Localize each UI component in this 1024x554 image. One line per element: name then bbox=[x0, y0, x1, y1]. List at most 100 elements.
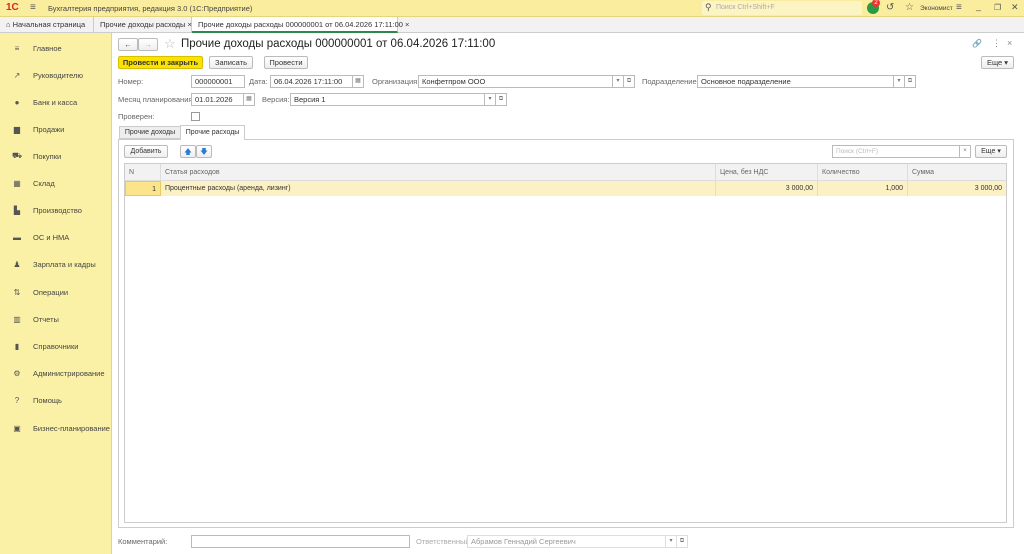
cell-item[interactable]: Процентные расходы (аренда, лизинг) bbox=[161, 181, 716, 196]
version-label: Версия: bbox=[262, 95, 290, 104]
restore-icon[interactable]: ❐ bbox=[994, 3, 1001, 12]
sidebar-icon: ⛟ bbox=[11, 151, 23, 160]
sidebar-item-label: Банк и касса bbox=[33, 97, 78, 107]
tab-home[interactable]: ⌂ Начальная страница bbox=[0, 17, 94, 33]
sidebar-item[interactable]: ● Банк и касса bbox=[0, 93, 112, 111]
more-label: Еще bbox=[981, 148, 996, 155]
sidebar-icon: ▙ bbox=[13, 205, 21, 215]
sidebar-item[interactable]: ⛟ Покупки bbox=[0, 147, 112, 165]
open-icon[interactable]: ⧉ bbox=[623, 75, 635, 88]
column-header-price[interactable]: Цена, без НДС bbox=[716, 164, 818, 181]
sidebar-item[interactable]: ▣ Бизнес-планирование bbox=[0, 419, 112, 437]
calendar-icon[interactable]: ▦ bbox=[352, 75, 364, 88]
column-header-sum[interactable]: Сумма bbox=[908, 164, 1006, 181]
column-header-item[interactable]: Статья расходов bbox=[161, 164, 716, 181]
cell-n[interactable]: 1 bbox=[125, 181, 161, 196]
sidebar-item[interactable]: ↗ Руководителю bbox=[0, 66, 112, 84]
forward-button[interactable]: → bbox=[138, 38, 158, 51]
planning-month-field[interactable]: 01.01.2026 bbox=[191, 93, 244, 106]
date-field[interactable]: 06.04.2026 17:11:00 bbox=[270, 75, 353, 88]
number-label: Номер: bbox=[118, 77, 144, 86]
tab-other-income[interactable]: Прочие доходы bbox=[119, 126, 181, 139]
sidebar-item[interactable]: ▆ Продажи bbox=[0, 120, 112, 138]
open-icon[interactable]: ⧉ bbox=[495, 93, 507, 106]
favorites-star-icon[interactable]: ☆ bbox=[905, 2, 914, 13]
menu-icon[interactable]: ≡ bbox=[30, 2, 36, 13]
global-search[interactable]: ⚲ Поиск Ctrl+Shift+F bbox=[702, 1, 862, 15]
back-button[interactable]: ← bbox=[118, 38, 138, 51]
move-up-button[interactable]: 🡅 bbox=[180, 145, 196, 158]
sidebar-item[interactable]: ⇅ Операции bbox=[0, 283, 112, 301]
table-row[interactable]: 1 Процентные расходы (аренда, лизинг) 3 … bbox=[125, 181, 1006, 196]
settings-icon[interactable]: ≡ bbox=[956, 2, 962, 13]
more-button[interactable]: Еще ▾ bbox=[981, 56, 1014, 69]
history-icon[interactable]: ↺ bbox=[886, 2, 894, 13]
close-icon[interactable]: × bbox=[405, 20, 409, 29]
organization-label: Организация: bbox=[372, 77, 420, 86]
checked-checkbox[interactable] bbox=[191, 112, 200, 121]
number-field[interactable]: 000000001 bbox=[191, 75, 245, 88]
move-down-button[interactable]: 🡇 bbox=[196, 145, 212, 158]
table-more-button[interactable]: Еще ▾ bbox=[975, 145, 1007, 158]
column-header-n[interactable]: N bbox=[125, 164, 161, 181]
sidebar-item[interactable]: ? Помощь bbox=[0, 391, 112, 409]
tab-label: Начальная страница bbox=[12, 20, 86, 29]
page-title: Прочие доходы расходы 000000001 от 06.04… bbox=[181, 38, 496, 50]
clear-search-icon[interactable]: × bbox=[959, 145, 971, 158]
comment-field[interactable] bbox=[191, 535, 410, 548]
more-vert-icon[interactable]: ⋮ bbox=[992, 38, 1001, 49]
calendar-icon[interactable]: ▦ bbox=[243, 93, 255, 106]
sidebar-item-label: Администрирование bbox=[33, 368, 105, 378]
checked-label: Проверен: bbox=[118, 112, 155, 121]
user-name[interactable]: Экономист bbox=[920, 5, 953, 12]
cell-price[interactable]: 3 000,00 bbox=[716, 181, 818, 196]
version-field[interactable]: Версия 1 bbox=[290, 93, 485, 106]
more-label: Еще bbox=[986, 58, 1003, 67]
search-icon: ⚲ bbox=[705, 2, 712, 12]
table-search-input[interactable]: Поиск (Ctrl+F) bbox=[832, 145, 960, 158]
sidebar-icon: ▬ bbox=[13, 232, 21, 242]
tab-documents-list[interactable]: Прочие доходы расходы × bbox=[94, 17, 192, 33]
close-form-icon[interactable]: × bbox=[1007, 38, 1012, 48]
column-header-quantity[interactable]: Количество bbox=[818, 164, 908, 181]
sidebar-icon: ⚙ bbox=[13, 368, 21, 378]
date-label: Дата: bbox=[249, 77, 268, 86]
sidebar-icon: ▆ bbox=[13, 124, 21, 134]
planning-month-label: Месяц планирования: bbox=[118, 95, 195, 104]
sidebar-icon: ▮ bbox=[14, 341, 20, 351]
cell-quantity[interactable]: 1,000 bbox=[818, 181, 908, 196]
tab-other-expenses[interactable]: Прочие расходы bbox=[180, 125, 245, 140]
tab-document[interactable]: Прочие доходы расходы 000000001 от 06.04… bbox=[192, 17, 409, 33]
sidebar-item[interactable]: ▦ Склад bbox=[0, 174, 112, 192]
sidebar-item[interactable]: ▙ Производство bbox=[0, 201, 112, 219]
post-and-close-button[interactable]: Провести и закрыть bbox=[118, 56, 203, 69]
close-window-icon[interactable]: ✕ bbox=[1011, 2, 1019, 13]
department-label: Подразделение: bbox=[642, 77, 699, 86]
post-button[interactable]: Провести bbox=[264, 56, 308, 69]
sidebar-item[interactable]: ≡ Главное bbox=[0, 39, 112, 57]
add-button[interactable]: Добавить bbox=[124, 145, 168, 158]
sidebar-item-label: ОС и НМА bbox=[33, 232, 70, 242]
save-button[interactable]: Записать bbox=[209, 56, 253, 69]
sidebar-item[interactable]: ♟ Зарплата и кадры bbox=[0, 255, 112, 273]
sidebar-item[interactable]: ▥ Отчеты bbox=[0, 310, 112, 328]
open-icon[interactable]: ⧉ bbox=[904, 75, 916, 88]
link-icon[interactable]: 🔗 bbox=[972, 39, 982, 48]
sidebar-item[interactable]: ▮ Справочники bbox=[0, 337, 112, 355]
sidebar-item-label: Склад bbox=[33, 178, 55, 188]
department-field[interactable]: Основное подразделение bbox=[697, 75, 894, 88]
sidebar-item[interactable]: ▬ ОС и НМА bbox=[0, 228, 112, 246]
sidebar: ≡ Главное ↗ Руководителю ● Банк и касса ▆ Прода… bbox=[0, 33, 112, 554]
cell-sum[interactable]: 3 000,00 bbox=[908, 181, 1006, 196]
open-icon[interactable]: ⧉ bbox=[676, 535, 688, 548]
favorite-star-icon[interactable]: ☆ bbox=[164, 36, 176, 52]
sidebar-item-label: Операции bbox=[33, 287, 69, 297]
responsible-field[interactable]: Абрамов Геннадий Сергеевич bbox=[467, 535, 666, 548]
sidebar-icon: ⇅ bbox=[13, 287, 21, 297]
organization-field[interactable]: Конфетпром ООО bbox=[418, 75, 613, 88]
minimize-icon[interactable]: _ bbox=[976, 1, 981, 11]
sidebar-item-label: Бизнес-планирование bbox=[33, 423, 110, 433]
sidebar-item[interactable]: ⚙ Администрирование bbox=[0, 364, 112, 382]
notifications-bell-icon[interactable]: 2 bbox=[867, 0, 880, 14]
sidebar-icon: ? bbox=[14, 395, 20, 405]
